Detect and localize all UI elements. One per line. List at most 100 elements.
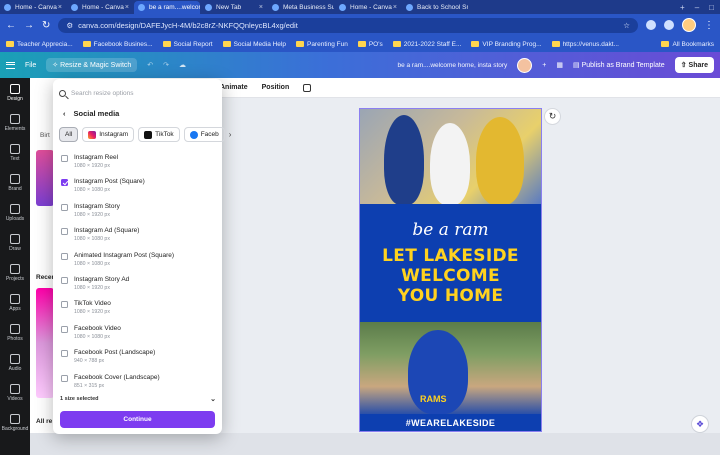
resize-option[interactable]: Facebook Post (Landscape) 940 × 788 px [61, 346, 216, 370]
rail-item-text[interactable]: Text [0, 138, 30, 168]
chip-tiktok[interactable]: TikTok [138, 127, 180, 142]
checkbox[interactable] [61, 276, 68, 284]
template-thumbnail[interactable] [36, 288, 54, 398]
position-button[interactable]: Position [262, 84, 290, 91]
browser-profile-avatar[interactable] [682, 18, 696, 32]
lock-icon[interactable] [303, 83, 312, 92]
browser-menu-icon[interactable]: ⋮ [704, 20, 714, 31]
rail-item-brand[interactable]: Brand [0, 168, 30, 198]
bookmark-star-icon[interactable]: ☆ [623, 21, 630, 30]
chip-facebook[interactable]: Faceb [183, 127, 225, 142]
bookmark-item[interactable]: Facebook Busines... [82, 41, 153, 48]
design-page[interactable]: be a ram LET LAKESIDE WELCOME YOU HOME R… [359, 108, 542, 432]
close-tab-icon[interactable]: × [58, 4, 62, 11]
checkbox[interactable] [61, 325, 68, 333]
extension-icon[interactable] [646, 20, 656, 30]
bookmark-item[interactable]: 2021-2022 Staff E... [392, 41, 461, 48]
new-tab-icon[interactable]: + [680, 3, 685, 12]
forward-icon[interactable]: → [24, 20, 34, 31]
resize-option[interactable]: Facebook Cover (Landscape) 851 × 315 px [61, 371, 216, 395]
search-input[interactable]: Search resize options [71, 90, 134, 97]
bookmark-item[interactable]: VIP Branding Prog... [471, 41, 542, 48]
bookmark-item[interactable]: Parenting Fun [295, 41, 348, 48]
rail-item-audio[interactable]: Audio [0, 348, 30, 378]
checkbox[interactable] [61, 179, 68, 187]
undo-icon[interactable]: ↶ [147, 61, 153, 69]
folder-icon [295, 41, 304, 47]
file-menu[interactable]: File [25, 62, 36, 69]
close-tab-icon[interactable]: × [125, 4, 129, 11]
rail-item-background[interactable]: Background [0, 408, 30, 438]
browser-tab[interactable]: Back to School Smile× [402, 1, 468, 14]
maximize-icon[interactable]: □ [709, 3, 714, 12]
help-icon[interactable]: ❖ [691, 415, 709, 433]
user-avatar[interactable] [517, 57, 533, 73]
refresh-icon[interactable]: ↻ [544, 108, 561, 125]
chevron-right-icon[interactable]: › [229, 127, 232, 142]
close-tab-icon[interactable]: × [259, 4, 263, 11]
chip-all[interactable]: All [59, 127, 79, 142]
bookmark-item[interactable]: Social Report [162, 41, 213, 48]
continue-button[interactable]: Continue [60, 411, 215, 428]
rail-item-draw[interactable]: Draw [0, 228, 30, 258]
share-button[interactable]: ⇧ Share [674, 57, 714, 73]
bookmark-item[interactable]: Teacher Apprecia... [6, 41, 73, 48]
resize-option[interactable]: Facebook Video 1080 × 1080 px [61, 322, 216, 346]
browser-tab[interactable]: Home - Canva × [335, 1, 401, 14]
chevron-down-icon[interactable]: ⌄ [210, 395, 216, 403]
resize-magic-switch-button[interactable]: ✧ Resize & Magic Switch [46, 58, 138, 72]
site-info-icon[interactable]: ⚙ [66, 21, 73, 30]
url-field[interactable]: ⚙ canva.com/design/DAFEJycH-4M/b2c8rZ-NK… [58, 17, 638, 33]
redo-icon[interactable]: ↷ [163, 61, 169, 69]
extension-icon[interactable] [664, 20, 674, 30]
menu-icon[interactable] [6, 61, 15, 69]
checkbox[interactable] [61, 350, 68, 358]
chip-instagram[interactable]: Instagram [82, 127, 135, 142]
resize-option[interactable]: Instagram Story 1080 × 1920 px [61, 200, 216, 224]
template-thumbnail[interactable] [36, 150, 54, 206]
reload-icon[interactable]: ↻ [42, 20, 50, 31]
checkbox[interactable] [61, 301, 68, 309]
rail-item-photos[interactable]: Photos [0, 318, 30, 348]
browser-tab[interactable]: New Tab × [201, 1, 267, 14]
analytics-icon[interactable]: ▦ [556, 61, 563, 69]
checkbox[interactable] [61, 252, 68, 260]
bookmark-item[interactable]: https://venus.dakt... [551, 41, 619, 48]
browser-tab[interactable]: Home - Canva × [0, 1, 66, 14]
resize-option[interactable]: Instagram Post (Square) 1080 × 1080 px [61, 175, 216, 199]
resize-option[interactable]: Animated Instagram Post (Square) 1080 × 1… [61, 249, 216, 273]
minimize-icon[interactable]: – [695, 3, 699, 12]
checkbox[interactable] [61, 155, 68, 162]
checkbox[interactable] [61, 374, 68, 382]
publish-brand-template-button[interactable]: ▤ Publish as Brand Template [573, 61, 665, 69]
resize-option[interactable]: Instagram Ad (Square) 1080 × 1080 px [61, 224, 216, 248]
browser-tab[interactable]: be a ram....welcome× [134, 1, 200, 14]
resize-option[interactable]: Instagram Story Ad 1080 × 1920 px [61, 273, 216, 297]
rail-item-elements[interactable]: Elements [0, 108, 30, 138]
resize-search[interactable]: Search resize options [59, 85, 216, 101]
rail-item-projects[interactable]: Projects [0, 258, 30, 288]
tab-favicon-icon [339, 4, 346, 11]
resize-option[interactable]: TikTok Video 1080 × 1920 px [61, 297, 216, 321]
tab-title: Home - Canva [350, 4, 392, 11]
animate-button[interactable]: Animate [220, 84, 248, 91]
rail-item-design[interactable]: Design [0, 78, 30, 108]
add-collaborator-icon[interactable]: + [542, 62, 546, 69]
rail-item-apps[interactable]: Apps [0, 288, 30, 318]
side-panel-chip[interactable]: Birt [40, 132, 50, 139]
close-tab-icon[interactable]: × [393, 4, 397, 11]
browser-tab[interactable]: Home - Canva × [67, 1, 133, 14]
checkbox[interactable] [61, 203, 68, 211]
bookmark-item[interactable]: PO's [357, 41, 383, 48]
selection-summary[interactable]: 1 size selected ⌄ [60, 395, 216, 403]
bookmark-item[interactable]: Social Media Help [222, 41, 286, 48]
resize-option[interactable]: Instagram Reel 1080 × 1920 px [61, 151, 216, 175]
document-title[interactable]: be a ram....welcome home, insta story [397, 62, 507, 69]
back-chevron-icon[interactable]: ‹ [63, 109, 66, 118]
back-icon[interactable]: ← [6, 20, 16, 31]
browser-tab[interactable]: Meta Business Suite× [268, 1, 334, 14]
rail-item-videos[interactable]: Videos [0, 378, 30, 408]
rail-item-uploads[interactable]: Uploads [0, 198, 30, 228]
checkbox[interactable] [61, 228, 68, 236]
all-bookmarks[interactable]: All Bookmarks [661, 41, 714, 48]
